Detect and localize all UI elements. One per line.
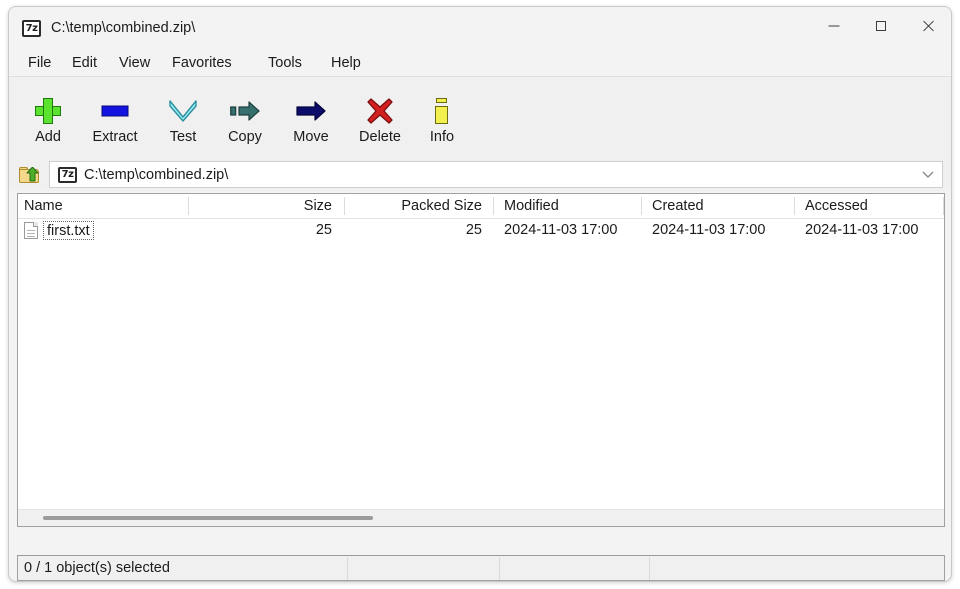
toolbar-move-button[interactable]: Move: [279, 95, 343, 151]
file-modified-cell: 2024-11-03 17:00: [504, 222, 618, 238]
folder-up-icon: [19, 167, 40, 183]
menu-item-help[interactable]: Help: [325, 53, 367, 74]
title-bar: 7z C:\temp\combined.zip\: [9, 7, 951, 51]
column-divider-3[interactable]: [493, 197, 494, 215]
toolbar-move-label: Move: [293, 129, 329, 145]
toolbar-delete-button[interactable]: Delete: [345, 95, 415, 151]
seven-zip-icon: 7z: [22, 20, 41, 37]
copy-arrow-icon: [230, 100, 260, 122]
status-divider-2: [499, 557, 500, 580]
column-header-row: Name Size Packed Size Modified Created A…: [18, 194, 944, 219]
column-header-packed-size[interactable]: Packed Size: [350, 194, 488, 218]
column-header-size[interactable]: Size: [194, 194, 338, 218]
chevron-down-icon: [169, 100, 197, 122]
move-arrow-icon: [296, 100, 326, 122]
column-divider-4[interactable]: [641, 197, 642, 215]
close-button[interactable]: [904, 7, 951, 45]
minimize-icon: [828, 25, 839, 27]
menu-item-file[interactable]: File: [22, 53, 57, 74]
column-divider-1[interactable]: [188, 197, 189, 215]
horizontal-scrollbar-thumb[interactable]: [43, 516, 373, 520]
status-divider-1: [347, 557, 348, 580]
info-icon-wrap: [417, 95, 467, 127]
maximize-button[interactable]: [857, 7, 904, 45]
toolbar-info-button[interactable]: Info: [417, 95, 467, 151]
delete-icon-wrap: [345, 95, 415, 127]
close-icon: [921, 20, 934, 33]
column-header-accessed[interactable]: Accessed: [800, 194, 940, 218]
file-list[interactable]: Name Size Packed Size Modified Created A…: [17, 193, 945, 527]
path-combobox[interactable]: 7z C:\temp\combined.zip\: [49, 161, 943, 188]
address-bar: 7z C:\temp\combined.zip\: [9, 159, 951, 191]
column-divider-6[interactable]: [943, 197, 944, 215]
toolbar-copy-button[interactable]: Copy: [213, 95, 277, 151]
archive-icon: 7z: [58, 167, 77, 183]
delete-x-icon: [367, 98, 393, 124]
menu-item-favorites[interactable]: Favorites: [166, 53, 238, 74]
up-one-level-button[interactable]: [15, 161, 45, 189]
column-header-modified[interactable]: Modified: [499, 194, 639, 218]
column-header-created[interactable]: Created: [647, 194, 787, 218]
column-divider-2[interactable]: [344, 197, 345, 215]
toolbar-extract-button[interactable]: Extract: [77, 95, 153, 151]
toolbar-info-label: Info: [429, 129, 455, 145]
column-divider-5[interactable]: [794, 197, 795, 215]
toolbar-extract-label: Extract: [92, 129, 138, 145]
minimize-button[interactable]: [810, 7, 857, 45]
app-root: 7z C:\temp\combined.zip\ File Edit View …: [0, 0, 960, 589]
status-divider-3: [649, 557, 650, 580]
toolbar-test-button[interactable]: Test: [155, 95, 211, 151]
toolbar-delete-label: Delete: [359, 129, 401, 145]
menu-item-tools[interactable]: Tools: [262, 53, 308, 74]
window-controls: [810, 7, 951, 51]
maximize-icon: [875, 21, 886, 31]
status-bar: 0 / 1 object(s) selected: [17, 555, 945, 581]
table-row[interactable]: first.txt 25 25 2024-11-03 17:00 2024-11…: [18, 219, 944, 241]
file-created-cell: 2024-11-03 17:00: [652, 222, 766, 238]
toolbar-test-label: Test: [169, 129, 197, 145]
plus-icon: [35, 98, 61, 124]
move-icon-wrap: [279, 95, 343, 127]
path-dropdown-button[interactable]: [916, 162, 940, 187]
extract-bar-icon: [101, 105, 129, 117]
file-name-cell[interactable]: first.txt: [43, 221, 94, 240]
file-packed-size-cell: 25: [465, 222, 482, 238]
toolbar-add-button[interactable]: Add: [21, 95, 75, 151]
menu-item-view[interactable]: View: [113, 53, 156, 74]
copy-icon-wrap: [213, 95, 277, 127]
extract-icon-wrap: [77, 95, 153, 127]
test-icon-wrap: [155, 95, 211, 127]
window-title: C:\temp\combined.zip\: [51, 20, 196, 36]
toolbar-add-label: Add: [35, 129, 61, 145]
path-text: C:\temp\combined.zip\: [84, 167, 229, 183]
toolbar-copy-label: Copy: [228, 129, 262, 145]
file-accessed-cell: 2024-11-03 17:00: [805, 222, 919, 238]
seven-zip-window: 7z C:\temp\combined.zip\ File Edit View …: [8, 6, 952, 582]
file-size-cell: 25: [315, 222, 332, 238]
column-header-name[interactable]: Name: [24, 194, 184, 218]
toolbar: Add Extract Test Copy Move Delete Info: [9, 77, 951, 159]
menu-bar: File Edit View Favorites Tools Help: [9, 51, 951, 76]
horizontal-scrollbar[interactable]: [18, 509, 944, 526]
status-selection-text: 0 / 1 object(s) selected: [24, 560, 170, 576]
add-icon-wrap: [21, 95, 75, 127]
text-file-icon: [24, 222, 38, 239]
info-icon: [434, 98, 450, 124]
menu-item-edit[interactable]: Edit: [66, 53, 103, 74]
